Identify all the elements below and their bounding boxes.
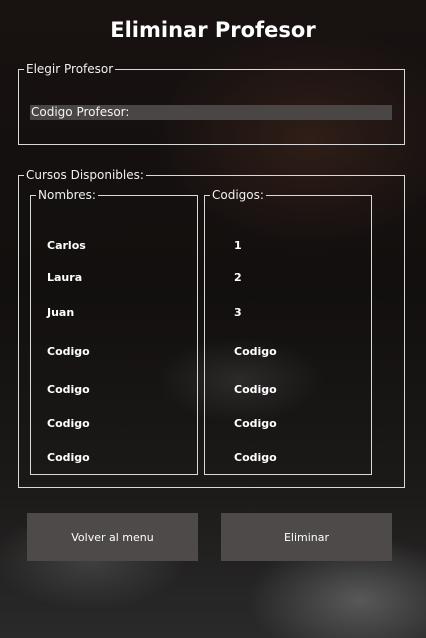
nombre-cell: Codigo [47,345,90,358]
volver-menu-button[interactable]: Volver al menu [27,513,198,561]
codigo-cell: 1 [234,239,242,252]
codigos-group: Codigos: [204,188,372,475]
page-title: Eliminar Profesor [110,18,316,42]
nombre-cell: Laura [47,271,83,284]
nombre-cell: Codigo [47,451,90,464]
codigo-cell: Codigo [234,451,277,464]
codigo-cell: 2 [234,271,242,284]
cursos-disponibles-legend: Cursos Disponibles: [26,168,144,182]
elegir-profesor-group: Elegir Profesor [18,62,405,145]
nombres-legend: Nombres: [38,188,96,202]
eliminar-button[interactable]: Eliminar [221,513,392,561]
codigos-legend: Codigos: [212,188,264,202]
codigo-cell: Codigo [234,383,277,396]
codigo-cell: Codigo [234,345,277,358]
nombre-cell: Juan [47,306,75,319]
nombre-cell: Codigo [47,417,90,430]
codigo-cell: 3 [234,306,242,319]
codigo-cell: Codigo [234,417,277,430]
codigo-profesor-input[interactable] [30,105,392,120]
nombre-cell: Codigo [47,383,90,396]
nombres-group: Nombres: [30,188,198,475]
nombre-cell: Carlos [47,239,86,252]
elegir-profesor-legend: Elegir Profesor [26,62,114,76]
